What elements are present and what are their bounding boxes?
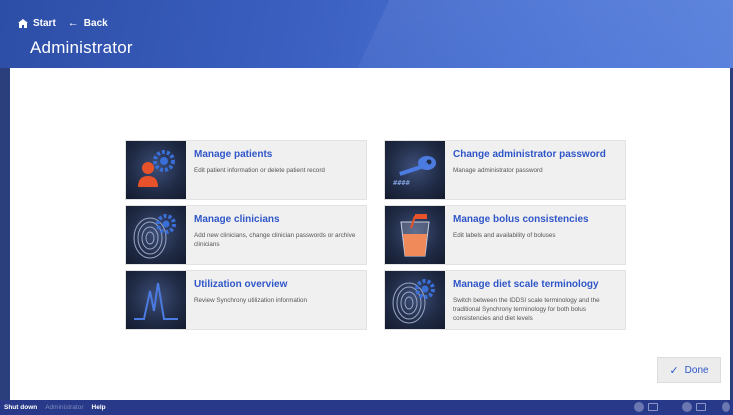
card-title: Manage bolus consistencies: [453, 214, 589, 225]
card-description: Manage administrator password: [453, 167, 543, 174]
fingerprint-gear-icon: [126, 206, 186, 264]
card-title: Manage diet scale terminology: [453, 279, 599, 290]
status-icon: [634, 402, 644, 412]
card-description: Review Synchrony utilization information: [194, 297, 308, 304]
back-label: Back: [83, 17, 108, 29]
patient-gear-icon: [126, 141, 186, 199]
role-label: Administrator: [45, 404, 84, 411]
waveform-icon: [126, 271, 186, 329]
back-arrow-icon: ←: [67, 17, 79, 29]
key-icon: ####: [385, 141, 445, 199]
card-manage-diet-scale-terminology[interactable]: Manage diet scale terminology Switch bet…: [384, 270, 626, 330]
help-link[interactable]: Help: [92, 404, 106, 411]
card-manage-bolus-consistencies[interactable]: Manage bolus consistencies Edit labels a…: [384, 205, 626, 265]
card-description: Add new clinicians, change clinician pas…: [194, 232, 356, 248]
top-nav: Start ← Back: [18, 17, 108, 29]
header-bar: Start ← Back Administrator: [0, 0, 733, 68]
card-title: Change administrator password: [453, 149, 606, 160]
done-button[interactable]: ✓ Done: [657, 357, 721, 383]
svg-text:####: ####: [393, 179, 411, 187]
check-icon: ✓: [669, 364, 679, 377]
card-title: Utilization overview: [194, 279, 288, 290]
card-description: Switch between the IDDSI scale terminolo…: [453, 297, 600, 322]
card-utilization-overview[interactable]: Utilization overview Review Synchrony ut…: [125, 270, 367, 330]
start-label: Start: [33, 17, 56, 29]
home-icon: [18, 18, 28, 28]
card-manage-patients[interactable]: Manage patients Edit patient information…: [125, 140, 367, 200]
status-icon: [682, 402, 692, 412]
back-button[interactable]: ← Back: [68, 17, 108, 29]
glass-icon: [385, 206, 445, 264]
card-manage-clinicians[interactable]: Manage clinicians Add new clinicians, ch…: [125, 205, 367, 265]
wifi-icon: [722, 402, 730, 412]
fingerprint-gear-icon: [385, 271, 445, 329]
card-title: Manage patients: [194, 149, 273, 160]
footer-bar: Shut down Administrator Help: [0, 400, 733, 415]
device-icon: [696, 403, 706, 411]
start-button[interactable]: Start: [18, 18, 56, 29]
done-label: Done: [684, 364, 709, 376]
card-description: Edit patient information or delete patie…: [194, 167, 325, 174]
page-title: Administrator: [30, 38, 133, 57]
card-title: Manage clinicians: [194, 214, 280, 225]
card-change-admin-password[interactable]: #### Change administrator password Manag…: [384, 140, 626, 200]
shutdown-link[interactable]: Shut down: [4, 404, 37, 411]
card-description: Edit labels and availability of boluses: [453, 232, 556, 239]
device-icon: [648, 403, 658, 411]
